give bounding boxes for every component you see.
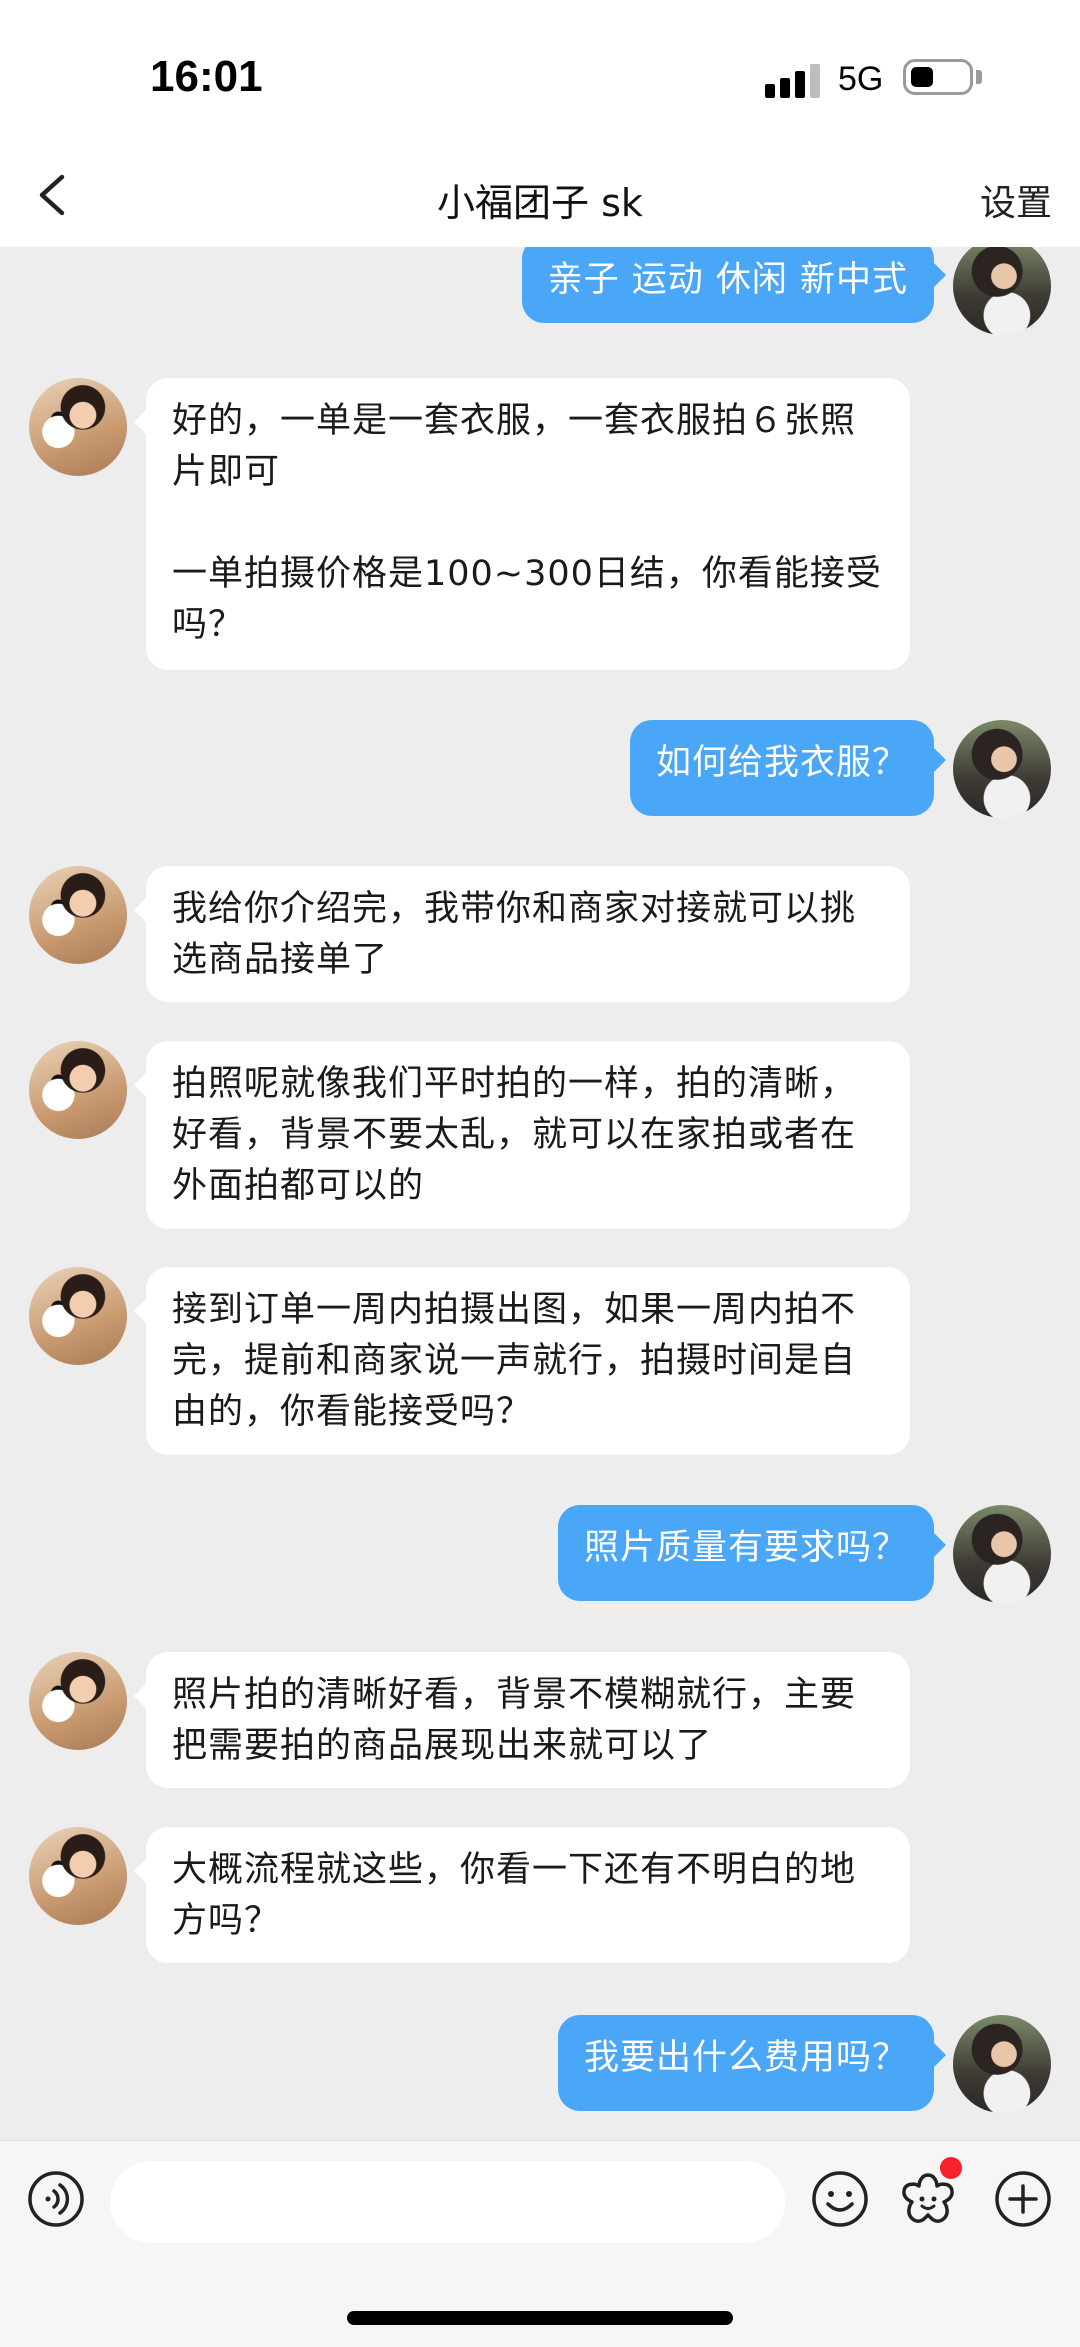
more-options-button[interactable] — [993, 2169, 1053, 2229]
avatar[interactable] — [953, 1505, 1051, 1603]
message-bubble[interactable]: 接到订单一周内拍摄出图，如果一周内拍不完，提前和商家说一声就行，拍摄时间是自由的… — [146, 1267, 910, 1455]
message-bubble[interactable]: 拍照呢就像我们平时拍的一样，拍的清晰，好看，背景不要太乱，就可以在家拍或者在外面… — [146, 1041, 910, 1229]
chat-title: 小福团子 sk — [437, 181, 643, 225]
input-bar — [0, 2140, 1080, 2347]
message-bubble[interactable]: 大概流程就这些，你看一下还有不明白的地方吗？ — [146, 1827, 910, 1963]
message-bubble[interactable]: 亲子 运动 休闲 新中式 — [521, 247, 934, 323]
avatar[interactable] — [29, 1827, 127, 1925]
avatar[interactable] — [953, 720, 1051, 818]
chat-screen: 16:01 5G 小福团子 sk 设置 亲子 运动 休闲 新中式 好的，一单是一… — [0, 0, 1080, 2347]
avatar[interactable] — [29, 1652, 127, 1750]
avatar[interactable] — [953, 2015, 1051, 2113]
avatar[interactable] — [29, 1041, 127, 1139]
voice-button[interactable] — [26, 2169, 86, 2229]
message-input[interactable] — [110, 2161, 785, 2243]
message-bubble[interactable]: 我给你介绍完，我带你和商家对接就可以挑选商品接单了 — [146, 866, 910, 1002]
voice-icon — [28, 2171, 84, 2227]
message-bubble[interactable]: 照片质量有要求吗？ — [557, 1505, 934, 1601]
message-bubble[interactable]: 我要出什么费用吗？ — [557, 2015, 934, 2111]
emoji-button[interactable] — [810, 2169, 870, 2229]
notification-dot — [940, 2157, 962, 2179]
avatar[interactable] — [29, 1267, 127, 1365]
settings-button[interactable]: 设置 — [980, 174, 1052, 226]
avatar[interactable] — [953, 247, 1051, 335]
avatar[interactable] — [29, 866, 127, 964]
message-list[interactable]: 亲子 运动 休闲 新中式 好的，一单是一套衣服，一套衣服拍６张照片即可 一单拍摄… — [0, 247, 1080, 2140]
avatar[interactable] — [29, 378, 127, 476]
plus-icon — [995, 2171, 1051, 2227]
navigation-bar: 小福团子 sk 设置 — [0, 150, 1080, 247]
status-bar: 16:01 5G — [0, 0, 1080, 150]
message-bubble[interactable]: 好的，一单是一套衣服，一套衣服拍６张照片即可 一单拍摄价格是100~300日结，… — [146, 378, 910, 670]
network-type: 5G — [838, 60, 884, 98]
message-bubble[interactable]: 照片拍的清晰好看，背景不模糊就行，主要把需要拍的商品展现出来就可以了 — [146, 1652, 910, 1788]
emoji-icon — [812, 2171, 868, 2227]
cellular-signal-icon — [765, 62, 823, 98]
battery-cap — [976, 70, 982, 84]
message-bubble[interactable]: 如何给我衣服？ — [629, 720, 934, 816]
home-indicator[interactable] — [347, 2311, 733, 2325]
status-time: 16:01 — [150, 52, 263, 101]
battery-icon — [903, 59, 973, 95]
